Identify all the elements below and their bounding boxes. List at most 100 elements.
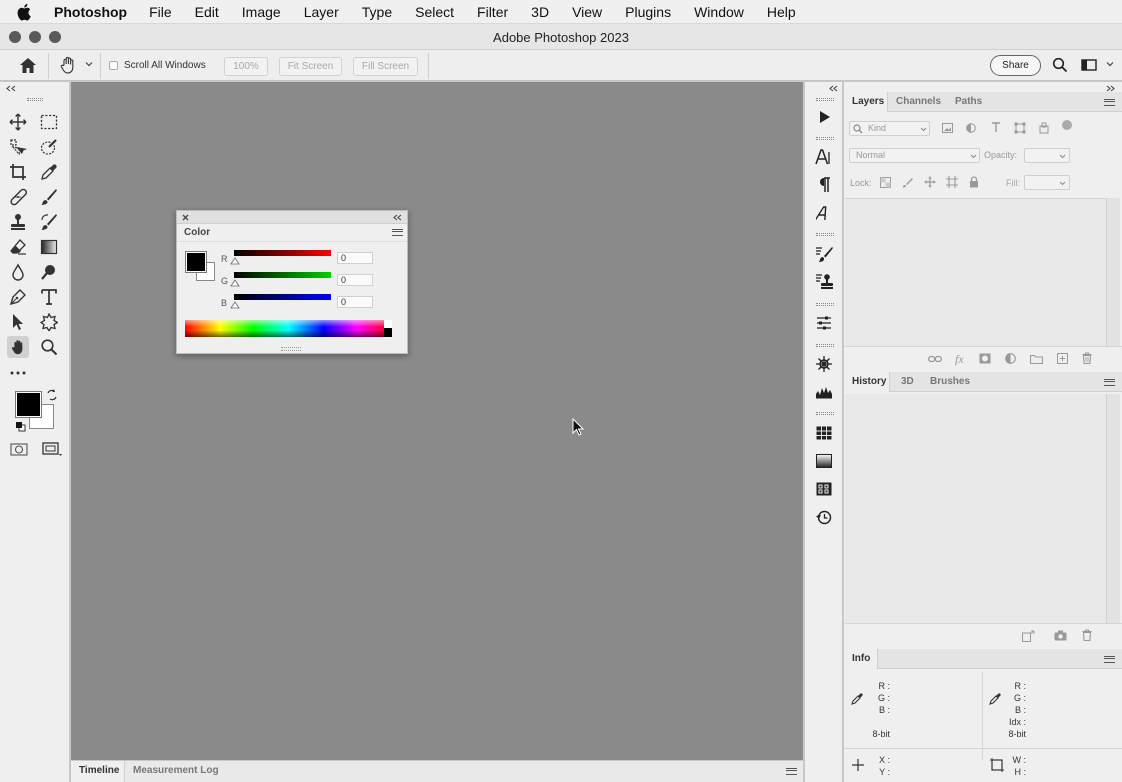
tab-history[interactable]: History — [852, 376, 886, 387]
menu-help[interactable]: Help — [767, 4, 796, 20]
foreground-color-swatch[interactable] — [185, 251, 207, 273]
clone-stamp-tool-icon[interactable] — [7, 211, 29, 233]
link-layers-icon[interactable] — [928, 354, 942, 364]
foreground-color-swatch[interactable] — [15, 391, 42, 418]
type-layer-filter-icon[interactable] — [991, 122, 1001, 133]
paragraph-panel-icon[interactable] — [814, 175, 834, 195]
chevron-down-icon[interactable] — [1106, 61, 1114, 67]
color-panel-header[interactable] — [177, 211, 407, 224]
object-selection-tool-icon[interactable] — [7, 136, 29, 158]
marquee-tool-icon[interactable] — [38, 111, 60, 133]
delete-state-icon[interactable] — [1082, 629, 1092, 641]
white-swatch[interactable] — [384, 320, 392, 328]
slider-thumb-icon[interactable] — [230, 301, 240, 309]
slider-thumb-icon[interactable] — [230, 257, 240, 265]
menu-edit[interactable]: Edit — [195, 4, 219, 20]
clone-source-icon[interactable] — [814, 272, 834, 292]
smart-object-filter-icon[interactable] — [1039, 122, 1049, 134]
menu-image[interactable]: Image — [242, 4, 281, 20]
panel-menu-icon[interactable] — [392, 229, 403, 236]
collapse-panel-icon[interactable] — [1106, 85, 1115, 92]
filter-toggle-icon[interactable] — [1062, 120, 1072, 130]
menu-plugins[interactable]: Plugins — [625, 4, 671, 20]
menu-file[interactable]: File — [149, 4, 172, 20]
adjustment-layer-filter-icon[interactable] — [966, 123, 976, 133]
custom-shape-tool-icon[interactable] — [38, 311, 60, 333]
history-brush-tool-icon[interactable] — [38, 211, 60, 233]
tab-measurement-log[interactable]: Measurement Log — [133, 765, 219, 776]
quick-mask-icon[interactable] — [10, 443, 28, 456]
tab-layers[interactable]: Layers — [852, 96, 884, 107]
panel-grip[interactable] — [27, 98, 43, 101]
menu-view[interactable]: View — [572, 4, 602, 20]
panel-grip[interactable] — [816, 137, 834, 140]
color-spectrum-ramp[interactable] — [185, 320, 392, 337]
panel-menu-icon[interactable] — [1104, 99, 1115, 106]
slider-thumb-icon[interactable] — [230, 279, 240, 287]
menu-3d[interactable]: 3D — [531, 4, 549, 20]
lock-artboard-icon[interactable] — [946, 176, 958, 188]
fit-screen-button[interactable]: Fit Screen — [279, 57, 342, 76]
dodge-tool-icon[interactable] — [38, 261, 60, 283]
home-icon[interactable] — [19, 57, 37, 74]
panel-menu-icon[interactable] — [1104, 379, 1115, 386]
histogram-icon[interactable] — [814, 382, 834, 402]
collapse-panel-icon[interactable] — [6, 85, 16, 92]
panel-grip[interactable] — [816, 412, 834, 415]
shape-layer-filter-icon[interactable] — [1014, 122, 1026, 134]
red-slider-track[interactable] — [234, 250, 331, 256]
zoom-100-button[interactable]: 100% — [224, 57, 268, 76]
tab-color[interactable]: Color — [177, 224, 215, 241]
gradients-icon[interactable] — [814, 451, 834, 471]
blue-slider-track[interactable] — [234, 294, 331, 300]
delete-layer-icon[interactable] — [1082, 352, 1092, 364]
pen-tool-icon[interactable] — [7, 286, 29, 308]
blend-mode-dropdown[interactable]: Normal — [849, 148, 980, 163]
add-mask-icon[interactable] — [979, 353, 991, 364]
menu-select[interactable]: Select — [415, 4, 454, 20]
panel-menu-icon[interactable] — [786, 768, 797, 775]
tab-brushes[interactable]: Brushes — [930, 376, 970, 387]
layers-list[interactable] — [845, 198, 1107, 346]
blue-value-input[interactable]: 0 — [337, 296, 373, 308]
pixel-layer-filter-icon[interactable] — [942, 123, 953, 133]
black-swatch[interactable] — [384, 328, 392, 337]
fill-screen-button[interactable]: Fill Screen — [353, 57, 418, 76]
apple-menu-icon[interactable] — [17, 3, 39, 21]
healing-brush-tool-icon[interactable] — [7, 186, 29, 208]
document-canvas-area[interactable] — [71, 82, 803, 760]
chevron-down-icon[interactable] — [85, 61, 93, 67]
panel-grip[interactable] — [816, 303, 834, 306]
scroll-all-windows-checkbox[interactable] — [109, 61, 118, 70]
collapse-panel-icon[interactable] — [393, 214, 402, 221]
patterns-icon[interactable] — [814, 479, 834, 499]
eyedropper-tool-icon[interactable] — [38, 161, 60, 183]
path-selection-tool-icon[interactable] — [7, 311, 29, 333]
tab-3d[interactable]: 3D — [901, 376, 914, 387]
more-tools-icon[interactable] — [7, 362, 29, 384]
tab-info[interactable]: Info — [852, 653, 870, 664]
green-value-input[interactable]: 0 — [337, 274, 373, 286]
layer-style-icon[interactable]: fx — [955, 352, 964, 367]
brush-tool-icon[interactable] — [38, 186, 60, 208]
type-tool-icon[interactable] — [38, 286, 60, 308]
search-icon[interactable] — [1052, 57, 1068, 73]
tab-timeline[interactable]: Timeline — [79, 765, 119, 776]
blur-tool-icon[interactable] — [7, 261, 29, 283]
panel-grip[interactable] — [816, 233, 834, 236]
layers-scrollbar[interactable] — [1106, 198, 1120, 346]
navigator-icon[interactable] — [814, 354, 834, 374]
new-document-from-state-icon[interactable] — [1022, 630, 1035, 642]
panel-menu-icon[interactable] — [1104, 656, 1115, 663]
crop-tool-icon[interactable] — [7, 161, 29, 183]
brush-settings-icon[interactable] — [814, 244, 834, 264]
adjustments-icon[interactable] — [814, 313, 834, 333]
menu-layer[interactable]: Layer — [304, 4, 339, 20]
screen-mode-icon[interactable] — [41, 441, 63, 457]
swap-colors-icon[interactable] — [46, 389, 58, 401]
history-snapshot-icon[interactable] — [814, 507, 834, 527]
tab-paths[interactable]: Paths — [955, 96, 982, 107]
hand-tool-icon[interactable] — [7, 336, 29, 358]
default-colors-icon[interactable] — [15, 421, 26, 432]
glyphs-panel-icon[interactable] — [814, 203, 834, 223]
